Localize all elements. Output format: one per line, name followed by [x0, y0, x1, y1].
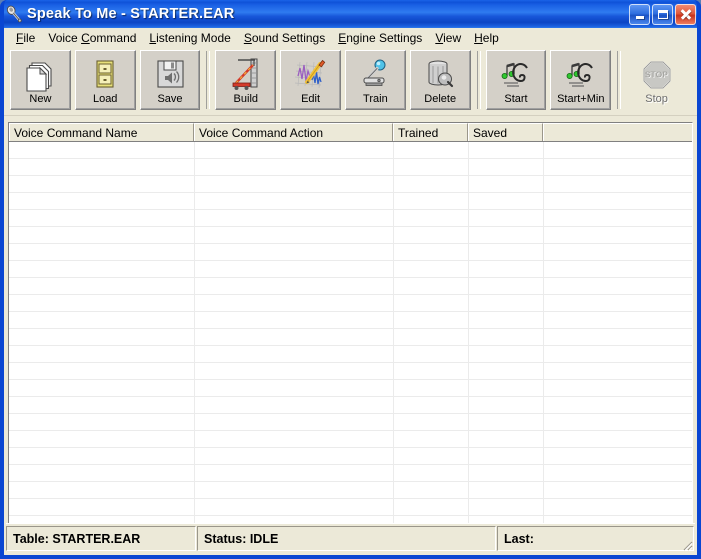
- save-button[interactable]: Save: [139, 50, 201, 110]
- column-header-voice-command-name[interactable]: Voice Command Name: [9, 123, 194, 141]
- svg-text:STOP: STOP: [644, 69, 667, 79]
- application-window: Speak To Me - STARTER.EAR File Voice Com…: [0, 0, 701, 559]
- trash-can-icon: [422, 56, 458, 92]
- grid-header-row: Voice Command Name Voice Command Action …: [9, 123, 692, 142]
- edit-button[interactable]: Edit: [280, 50, 341, 110]
- train-button[interactable]: Train: [344, 50, 406, 110]
- menu-bar: File Voice Command Listening Mode Sound …: [4, 28, 697, 47]
- minimize-icon: [635, 16, 644, 19]
- table-row[interactable]: [9, 244, 692, 261]
- close-icon: [680, 9, 691, 20]
- minimize-button[interactable]: [629, 3, 650, 25]
- table-row[interactable]: [9, 329, 692, 346]
- edit-button-label: Edit: [301, 93, 321, 105]
- stop-button: STOP STOP Stop: [626, 50, 687, 110]
- stop-button-label: Stop: [645, 93, 668, 105]
- table-row[interactable]: [9, 312, 692, 329]
- table-row[interactable]: [9, 482, 692, 499]
- start-button-label: Start: [504, 93, 528, 105]
- resize-grip-icon[interactable]: [679, 537, 693, 551]
- client-area: File Voice Command Listening Mode Sound …: [4, 28, 697, 555]
- grid-column-divider: [194, 142, 195, 539]
- grid-column-divider: [543, 142, 544, 539]
- status-panel-last: Last:: [497, 526, 694, 551]
- table-row[interactable]: [9, 346, 692, 363]
- voice-command-grid[interactable]: Voice Command Name Voice Command Action …: [8, 122, 693, 540]
- floppy-disk-icon: [152, 56, 188, 92]
- microphone-icon: [357, 56, 393, 92]
- menu-item-file[interactable]: File: [10, 29, 42, 47]
- table-row[interactable]: [9, 397, 692, 414]
- grid-body[interactable]: [9, 142, 692, 539]
- menu-item-view[interactable]: View: [429, 29, 468, 47]
- table-row[interactable]: [9, 431, 692, 448]
- start-button[interactable]: Start: [485, 50, 547, 110]
- table-row[interactable]: [9, 261, 692, 278]
- load-button[interactable]: Load: [74, 50, 136, 110]
- toolbar-separator: [617, 51, 622, 109]
- close-button[interactable]: [675, 3, 696, 25]
- table-row[interactable]: [9, 159, 692, 176]
- toolbar-separator: [476, 51, 481, 109]
- table-row[interactable]: [9, 414, 692, 431]
- table-row[interactable]: [9, 278, 692, 295]
- menu-item-voice-command[interactable]: Voice Command: [42, 29, 143, 47]
- window-title: Speak To Me - STARTER.EAR: [27, 6, 235, 22]
- table-row[interactable]: [9, 465, 692, 482]
- table-row[interactable]: [9, 380, 692, 397]
- toolbar-separator: [206, 51, 211, 109]
- build-button-label: Build: [233, 93, 259, 105]
- new-button[interactable]: New: [10, 50, 71, 110]
- column-header-filler: [543, 123, 692, 141]
- start-min-button[interactable]: Start+Min: [550, 50, 612, 110]
- column-header-voice-command-action[interactable]: Voice Command Action: [194, 123, 393, 141]
- column-header-trained[interactable]: Trained: [393, 123, 468, 141]
- maximize-button[interactable]: [652, 3, 673, 25]
- table-row[interactable]: [9, 448, 692, 465]
- toolbar: New Load Save Build Edit Train Delete St…: [4, 47, 697, 116]
- table-row[interactable]: [9, 142, 692, 159]
- table-row[interactable]: [9, 295, 692, 312]
- ear-music-icon: [498, 56, 534, 92]
- delete-button-label: Delete: [424, 93, 457, 105]
- file-cabinet-icon: [87, 56, 123, 92]
- save-button-label: Save: [157, 93, 183, 105]
- column-header-saved[interactable]: Saved: [468, 123, 543, 141]
- maximize-icon: [657, 9, 668, 19]
- stop-sign-icon: STOP STOP: [639, 56, 675, 92]
- crane-icon: [228, 56, 264, 92]
- build-button[interactable]: Build: [215, 50, 277, 110]
- status-panel-status: Status: IDLE: [197, 526, 496, 551]
- table-row[interactable]: [9, 227, 692, 244]
- menu-item-sound-settings[interactable]: Sound Settings: [238, 29, 332, 47]
- new-document-icon: [22, 56, 58, 92]
- waveform-pencil-icon: [293, 56, 329, 92]
- table-row[interactable]: [9, 499, 692, 516]
- load-button-label: Load: [92, 93, 118, 105]
- caption-buttons: [629, 3, 696, 25]
- train-button-label: Train: [363, 93, 388, 105]
- menu-item-help[interactable]: Help: [468, 29, 506, 47]
- microphone-icon: [5, 5, 23, 23]
- status-bar: Table: STARTER.EAR Status: IDLE Last:: [6, 523, 695, 553]
- menu-item-engine-settings[interactable]: Engine Settings: [332, 29, 429, 47]
- delete-button[interactable]: Delete: [409, 50, 471, 110]
- title-bar[interactable]: Speak To Me - STARTER.EAR: [4, 0, 697, 28]
- table-row[interactable]: [9, 193, 692, 210]
- ear-music-icon: [563, 56, 599, 92]
- new-button-label: New: [29, 93, 52, 105]
- table-row[interactable]: [9, 363, 692, 380]
- status-panel-table: Table: STARTER.EAR: [6, 526, 196, 551]
- start-min-button-label: Start+Min: [557, 93, 605, 105]
- table-row[interactable]: [9, 210, 692, 227]
- menu-item-listening-mode[interactable]: Listening Mode: [143, 29, 237, 47]
- grid-rows-container: [9, 142, 692, 533]
- grid-column-divider: [468, 142, 469, 539]
- grid-column-divider: [393, 142, 394, 539]
- table-row[interactable]: [9, 176, 692, 193]
